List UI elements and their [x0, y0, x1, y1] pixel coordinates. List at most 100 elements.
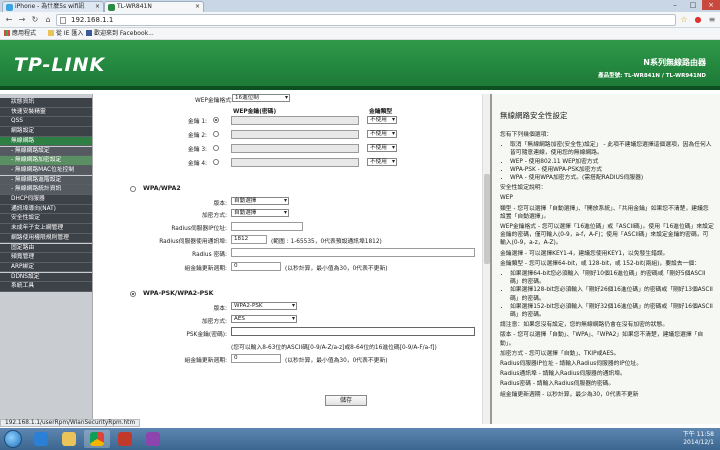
- sidebar-item[interactable]: 無線網路: [0, 136, 92, 147]
- reload-icon[interactable]: ↻: [29, 14, 41, 26]
- wep-key1-radio[interactable]: [213, 117, 219, 123]
- help-paragraph: Radius密碼 - 請輸入Radius伺服器的密碼。: [500, 381, 615, 388]
- wep-format-select[interactable]: 16進位制: [232, 94, 290, 102]
- tab-router[interactable]: TL-WR841N ×: [104, 1, 204, 12]
- close-tab-icon[interactable]: ×: [195, 2, 200, 12]
- sidebar-item[interactable]: 未成年子女上網管理: [0, 224, 92, 234]
- tplink-logo: TP-LINK: [14, 54, 106, 76]
- psk-encrypt-select[interactable]: AES: [231, 315, 297, 323]
- wpa-radio[interactable]: [130, 186, 136, 192]
- home-icon[interactable]: ⌂: [42, 14, 54, 26]
- sidebar-item[interactable]: 安全性設定: [0, 214, 92, 224]
- taskbar-chrome[interactable]: [84, 430, 110, 448]
- sidebar-item[interactable]: DHCP伺服器: [0, 195, 92, 205]
- wpa-version-select[interactable]: 自動選擇: [231, 197, 289, 205]
- wep-key2-input[interactable]: [231, 130, 359, 139]
- radius-port-input[interactable]: 1812: [231, 235, 267, 244]
- psk-version-select[interactable]: WPA2-PSK: [231, 302, 297, 310]
- sidebar-item[interactable]: - 無線網路統計資訊: [0, 185, 92, 195]
- psk-group-key-hint: (以秒計算，最小值為30，0代表不更新): [285, 358, 388, 364]
- maximize-icon[interactable]: □: [684, 0, 702, 10]
- tab-label: TL-WR841N: [117, 3, 152, 10]
- tab-iphone[interactable]: iPhone - 為什麼5s wifi訊 ×: [2, 1, 104, 12]
- wep-key-column-header: WEP金鑰(密碼): [233, 109, 277, 115]
- back-icon[interactable]: ←: [3, 14, 15, 26]
- sidebar-item[interactable]: 固定路由: [0, 243, 92, 254]
- content-scrollbar[interactable]: [482, 94, 490, 424]
- bookmark-facebook[interactable]: 歡迎來到 Facebook...: [86, 28, 154, 40]
- radius-ip-input[interactable]: [231, 222, 303, 231]
- psk-key-label: PSK金鑰(密碼):: [186, 332, 227, 338]
- wep-key1-type-select[interactable]: 不使用: [367, 116, 397, 124]
- sidebar-item[interactable]: 通訊埠導向(NAT): [0, 204, 92, 215]
- wep-key4-radio[interactable]: [213, 159, 219, 165]
- taskbar-app[interactable]: [112, 430, 138, 448]
- close-window-icon[interactable]: ×: [702, 0, 720, 10]
- apple-favicon-icon: [6, 4, 13, 11]
- system-tray-clock[interactable]: 下午 11:58 2014/12/1: [683, 431, 714, 447]
- wpa-group-key-hint: (以秒計算，最小值為30，0代表不更新): [285, 266, 388, 272]
- star-icon[interactable]: ☆: [678, 14, 690, 26]
- taskbar-app2[interactable]: [140, 430, 166, 448]
- help-paragraph: 加密方式 - 您可以選擇「自動」、TKIP或AES。: [500, 350, 620, 357]
- sidebar-item[interactable]: QSS: [0, 117, 92, 127]
- sidebar-item[interactable]: 網路使用權限規則管理: [0, 233, 92, 244]
- wep-key3-type-select[interactable]: 不使用: [367, 144, 397, 152]
- help-bit: 如果選擇128-bit您必須輸入「剛好26個16進位碼」的密碼或「剛好13個AS…: [510, 286, 714, 302]
- wep-key3-radio[interactable]: [213, 145, 219, 151]
- extension-icon[interactable]: ●: [692, 14, 704, 26]
- taskbar-ie[interactable]: [28, 430, 54, 448]
- wep-key4-type-select[interactable]: 不使用: [367, 158, 397, 166]
- help-bit: 如果選擇152-bit您必須輸入「剛好32個16進位碼」的密碼或「剛好16個AS…: [510, 303, 714, 319]
- tray-time: 下午 11:58: [682, 431, 714, 438]
- help-panel: 無線網路安全性設定 您有下列幾個選項： 取消「無線網路加密(安全性)設定」 - …: [490, 94, 720, 424]
- wep-key3-input[interactable]: [231, 144, 359, 153]
- sidebar-item[interactable]: - 無線網路MAC位址控制: [0, 165, 92, 176]
- sidebar-item[interactable]: - 無線網路設定: [0, 146, 92, 157]
- wpa-encrypt-select[interactable]: 自動選擇: [231, 209, 289, 217]
- url-input[interactable]: 192.168.1.1: [56, 14, 676, 26]
- help-paragraph: WEP金鑰格式 - 您可以選擇「16進位碼」或「ASCII碼」。使用「16進位碼…: [500, 224, 714, 247]
- sidebar-item[interactable]: - 無線網路加密設定: [0, 156, 92, 166]
- wep-key2-radio[interactable]: [213, 131, 219, 137]
- radius-password-label: Radius 密碼:: [192, 252, 227, 258]
- sidebar-item[interactable]: 網路設定: [0, 127, 92, 137]
- taskbar-explorer[interactable]: [56, 430, 82, 448]
- sidebar-item[interactable]: 快速安裝精靈: [0, 107, 92, 118]
- bookmark-label: 從 IE 匯入: [56, 30, 84, 37]
- help-paragraph: 請注意：如果您沒有設定，您的無線網路仍會在沒有加密的狀態。: [500, 322, 669, 329]
- psk-key-input[interactable]: [231, 327, 475, 336]
- sidebar-item[interactable]: 狀態資訊: [0, 98, 92, 108]
- sidebar-item[interactable]: - 無線網路進階設定: [0, 175, 92, 186]
- help-paragraph: 版本 - 您可以選擇「自動」、「WPA」、「WPA2」如果您不清楚，建議您選擇「…: [500, 332, 704, 347]
- help-option: WPA-PSK - 使用WPA-PSK加密方式: [510, 166, 714, 174]
- help-options-list: 取消「無線網路加密(安全性)設定」 - 此項不建議您選擇這個選項，因為任何人皆可…: [510, 141, 714, 182]
- product-model: 產品型號: TL-WR841N / TL-WR941ND: [598, 73, 706, 79]
- close-tab-icon[interactable]: ×: [95, 2, 100, 12]
- sidebar-item[interactable]: 頻寬管理: [0, 253, 92, 263]
- start-button[interactable]: [4, 430, 22, 448]
- save-button[interactable]: 儲存: [325, 395, 367, 406]
- windows-taskbar: 下午 11:58 2014/12/1: [0, 428, 720, 450]
- sidebar-item[interactable]: 系統工具: [0, 282, 92, 292]
- help-paragraph: 類型 - 您可以選擇「自動選擇」、「開放系統」、「共用金鑰」如果您不清楚，建議您…: [500, 205, 709, 220]
- forward-icon[interactable]: →: [16, 14, 28, 26]
- wep-key4-input[interactable]: [231, 158, 359, 167]
- help-bits-list: 如果選擇64-bit您必須輸入「剛好10個16進位碼」的密碼或「剛好5個ASCI…: [510, 270, 714, 319]
- menu-icon[interactable]: ≡: [706, 14, 718, 26]
- sidebar-item[interactable]: ARP綁定: [0, 262, 92, 273]
- bookmark-apps[interactable]: 應用程式: [4, 28, 36, 40]
- sidebar-item[interactable]: DDNS設定: [0, 272, 92, 283]
- bookmark-ie[interactable]: 從 IE 匯入: [48, 28, 83, 40]
- wep-key2-type-select[interactable]: 不使用: [367, 130, 397, 138]
- psk-group-key-input[interactable]: 0: [231, 354, 281, 363]
- wpa-group-key-input[interactable]: 0: [231, 262, 281, 271]
- radius-password-input[interactable]: [231, 248, 475, 257]
- wep-key1-input[interactable]: [231, 116, 359, 125]
- wep-key3-label: 金鑰 3:: [187, 147, 207, 153]
- radius-port-label: Radius伺服器使用通訊埠:: [159, 239, 227, 245]
- help-paragraph: 組金鑰更新週期 - 以秒計算，最少為30，0代表不更新: [500, 391, 639, 398]
- chrome-icon: [90, 432, 104, 446]
- psk-radio[interactable]: [130, 291, 136, 297]
- minimize-icon[interactable]: –: [666, 0, 684, 10]
